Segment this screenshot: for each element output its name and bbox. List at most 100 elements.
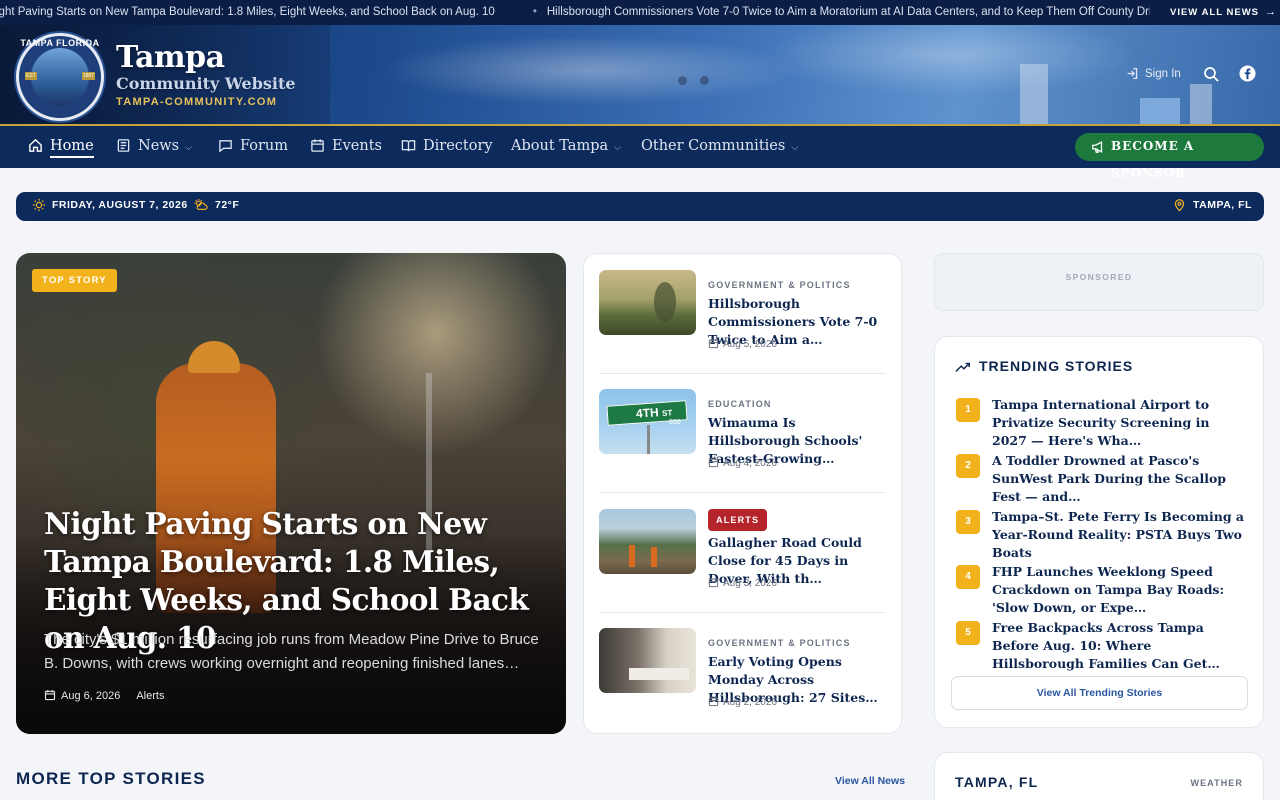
ticker-track: ight Paving Starts on New Tampa Boulevar… — [0, 0, 1150, 25]
story-date-text: Aug 4, 2026 — [723, 458, 777, 469]
weather-card: TAMPA, FL WEATHER — [934, 752, 1264, 800]
story-thumbnail — [599, 628, 696, 693]
site-logo-seal[interactable]: TAMPA FLORIDA EST 1887 — [16, 33, 104, 121]
street-sign-number: 800 — [669, 419, 681, 426]
chevron-down-icon: ⌵ — [185, 143, 192, 153]
seal-est: EST — [25, 72, 37, 80]
sign-in-icon — [1127, 67, 1138, 80]
story-category: GOVERNMENT & POLITICS — [708, 280, 851, 290]
nav-events-label: Events — [332, 138, 382, 154]
ticker-item[interactable]: Hillsborough Commissioners Vote 7-0 Twic… — [547, 0, 1150, 24]
current-temperature: 72°F — [215, 199, 240, 211]
sign-in-link[interactable]: Sign In — [1126, 67, 1181, 80]
calendar-icon — [708, 697, 719, 707]
story-date-text: Aug 3, 2026 — [723, 578, 777, 589]
trending-title[interactable]: Free Backpacks Across Tampa Before Aug. … — [992, 619, 1244, 673]
nav-news[interactable]: News ⌵ — [116, 126, 192, 168]
main-nav: Home News ⌵ Forum Events Directory About … — [0, 126, 1280, 180]
trending-rank: 2 — [956, 454, 980, 478]
story-category: EDUCATION — [708, 399, 772, 409]
news-ticker: ight Paving Starts on New Tampa Boulevar… — [0, 0, 1280, 25]
home-icon — [29, 138, 42, 152]
site-url: TAMPA-COMMUNITY.COM — [116, 96, 278, 108]
chat-icon — [219, 140, 232, 153]
sign-in-label: Sign In — [1145, 68, 1181, 80]
trending-title[interactable]: Tampa International Airport to Privatize… — [992, 396, 1244, 450]
view-all-news-link[interactable]: View All News — [835, 775, 905, 787]
story-date: Aug 5, 2026 — [708, 338, 777, 350]
view-all-news-button[interactable]: VIEW ALL NEWS → — [1156, 0, 1280, 25]
sun-icon — [32, 198, 46, 212]
carousel-dot[interactable] — [678, 76, 687, 85]
story-item[interactable]: ALERTS Gallagher Road Could Close for 45… — [599, 493, 886, 613]
story-date: Aug 4, 2026 — [708, 457, 777, 469]
trending-title[interactable]: Tampa–St. Pete Ferry Is Becoming a Year-… — [992, 508, 1244, 562]
trending-item[interactable]: 5 Free Backpacks Across Tampa Before Aug… — [956, 619, 1246, 671]
seal-city-image — [31, 48, 89, 106]
trending-item[interactable]: 3 Tampa–St. Pete Ferry Is Becoming a Yea… — [956, 508, 1246, 560]
trending-title[interactable]: A Toddler Drowned at Pasco's SunWest Par… — [992, 452, 1244, 506]
view-all-trending-button[interactable]: View All Trending Stories — [951, 676, 1248, 710]
story-thumbnail — [599, 270, 696, 335]
trending-item[interactable]: 2 A Toddler Drowned at Pasco's SunWest P… — [956, 452, 1246, 504]
top-story-category[interactable]: Alerts — [136, 690, 164, 702]
top-story-excerpt: The city's $1 million resurfacing job ru… — [44, 631, 539, 672]
header-cloud — [380, 35, 800, 105]
header-skyline — [1020, 54, 1220, 124]
story-date-text: Aug 2, 2026 — [723, 697, 777, 708]
site-title[interactable]: Tampa — [116, 40, 225, 75]
story-item[interactable]: GOVERNMENT & POLITICS Hillsborough Commi… — [599, 254, 886, 374]
story-item[interactable]: GOVERNMENT & POLITICS Early Voting Opens… — [599, 612, 886, 732]
facebook-button[interactable] — [1239, 65, 1256, 86]
nav-home[interactable]: Home — [28, 126, 94, 168]
seal-text: TAMPA FLORIDA — [20, 38, 100, 48]
become-sponsor-button[interactable]: BECOME A SPONSOR — [1075, 133, 1264, 180]
carousel-dot[interactable] — [700, 76, 709, 85]
top-story-date: Aug 6, 2026 — [61, 690, 121, 702]
nav-news-label: News — [138, 138, 180, 154]
megaphone-icon — [1092, 141, 1103, 153]
calendar-icon — [708, 458, 719, 468]
nav-events[interactable]: Events — [310, 126, 382, 168]
top-story-card[interactable]: TOP STORY Night Paving Starts on New Tam… — [16, 253, 566, 734]
street-sign-name: 4TH — [635, 405, 660, 421]
facebook-icon — [1239, 65, 1256, 82]
ticker-item[interactable]: ight Paving Starts on New Tampa Boulevar… — [0, 0, 495, 24]
partly-cloudy-icon — [194, 198, 208, 210]
newspaper-icon — [117, 139, 130, 152]
calendar-icon — [44, 690, 56, 701]
trending-rank: 5 — [956, 621, 980, 645]
trending-rank: 4 — [956, 565, 980, 589]
more-top-stories-heading: MORE TOP STORIES — [16, 769, 206, 788]
header-carousel-dots[interactable] — [678, 70, 722, 89]
calendar-icon — [311, 139, 324, 152]
trending-rank: 1 — [956, 398, 980, 422]
chevron-down-icon: ⌵ — [614, 143, 621, 153]
search-button[interactable] — [1203, 66, 1219, 86]
nav-other-communities[interactable]: Other Communities ⌵ — [641, 126, 798, 168]
current-location: TAMPA, FL — [1193, 199, 1252, 211]
nav-forum[interactable]: Forum — [218, 126, 288, 168]
site-subtitle: Community Website — [116, 74, 296, 93]
trending-heading: TRENDING STORIES — [955, 358, 1133, 374]
trending-item[interactable]: 4 FHP Launches Weeklong Speed Crackdown … — [956, 563, 1246, 615]
nav-directory[interactable]: Directory — [401, 126, 493, 168]
trending-item[interactable]: 1 Tampa International Airport to Privati… — [956, 396, 1246, 448]
view-all-news-label: VIEW ALL NEWS — [1170, 7, 1259, 18]
calendar-icon — [708, 339, 719, 349]
story-category: GOVERNMENT & POLITICS — [708, 638, 851, 648]
sponsored-slot[interactable]: SPONSORED — [934, 253, 1264, 311]
current-date: FRIDAY, AUGUST 7, 2026 — [52, 199, 188, 211]
chevron-down-icon: ⌵ — [791, 143, 799, 153]
latest-stories-card: GOVERNMENT & POLITICS Hillsborough Commi… — [583, 253, 902, 734]
become-sponsor-label: BECOME A SPONSOR — [1111, 139, 1195, 180]
story-date: Aug 2, 2026 — [708, 696, 777, 708]
trending-title[interactable]: FHP Launches Weeklong Speed Crackdown on… — [992, 563, 1244, 617]
nav-forum-label: Forum — [240, 138, 289, 154]
story-date-text: Aug 5, 2026 — [723, 339, 777, 350]
trending-heading-label: TRENDING STORIES — [979, 358, 1134, 374]
trending-stories-card: TRENDING STORIES 1 Tampa International A… — [934, 336, 1264, 728]
nav-about-tampa[interactable]: About Tampa ⌵ — [511, 126, 621, 168]
story-item[interactable]: 4TH ST 800 EDUCATION Wimauma Is Hillsbor… — [599, 373, 886, 493]
site-header: TAMPA FLORIDA EST 1887 Tampa Community W… — [0, 25, 1280, 126]
